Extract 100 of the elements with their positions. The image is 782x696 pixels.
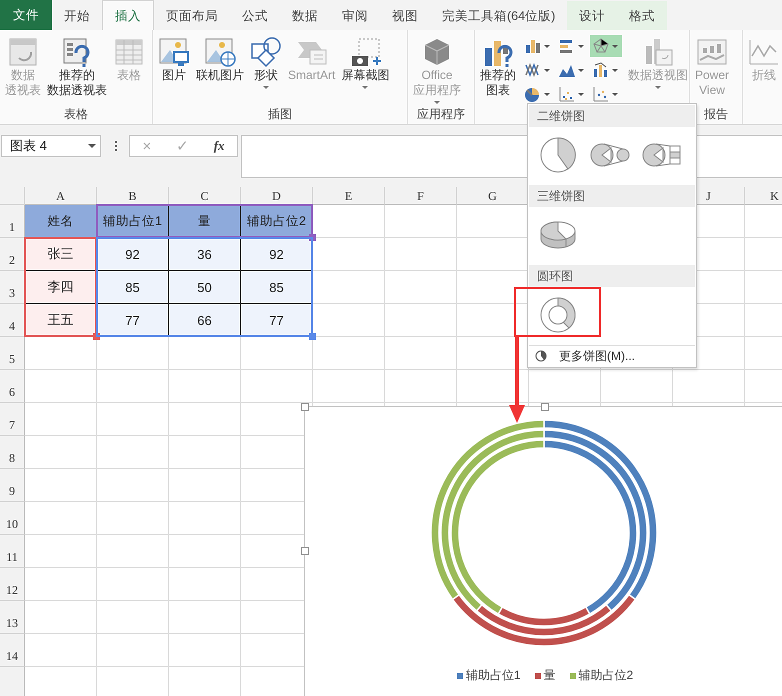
resize-handle[interactable] [541, 403, 549, 411]
table-cell: 36 [169, 238, 241, 271]
ribbon-button[interactable]: 推荐的 数据透视表 [45, 32, 109, 106]
radar-chart-icon [592, 37, 610, 55]
table-cell [25, 370, 97, 403]
table-cell [241, 370, 313, 403]
name-box[interactable]: 图表 4 [1, 135, 101, 157]
ribbon-tab[interactable]: 插入 [102, 0, 154, 30]
column-header[interactable]: A [25, 187, 97, 205]
combo-chart-icon [592, 61, 610, 79]
ribbon-button[interactable]: 图片 [156, 32, 192, 106]
table-cell [313, 238, 385, 271]
name-box-value: 图表 4 [10, 137, 47, 155]
row-header[interactable]: 8 [0, 436, 25, 469]
group-label: 应用程序 [416, 106, 466, 123]
scatter-chart-icon [558, 85, 576, 103]
globe-picture-icon [204, 36, 236, 68]
row-header[interactable]: 1 [0, 205, 25, 238]
table-cell [97, 337, 169, 370]
ribbon-tab[interactable]: 开始 [52, 1, 102, 30]
legend-label: 辅助占位1 [466, 667, 520, 684]
legend-label: 量 [544, 667, 556, 684]
row-header[interactable]: 10 [0, 502, 25, 535]
table-cell [673, 370, 745, 403]
picture-icon [158, 36, 190, 68]
table-cell: 85 [97, 271, 169, 304]
column-header[interactable]: C [169, 187, 241, 205]
ribbon-tab[interactable]: 完美工具箱(64位版) [430, 1, 568, 30]
column-header[interactable]: G [457, 187, 529, 205]
ribbon-tab[interactable]: 文件 [0, 0, 52, 30]
table-cell [169, 337, 241, 370]
table-cell: 量 [169, 205, 241, 238]
column-header[interactable]: D [241, 187, 313, 205]
table-cell [313, 271, 385, 304]
ribbon-tab[interactable]: 数据 [280, 1, 330, 30]
caret-icon[interactable] [362, 86, 368, 89]
ribbon-tab[interactable]: 公式 [230, 1, 280, 30]
insert-function-button[interactable]: fx [208, 138, 231, 154]
table-cell: 王五 [25, 304, 97, 337]
table-cell: 92 [97, 238, 169, 271]
chart-type-button[interactable] [590, 35, 622, 57]
table-cell: 李四 [25, 271, 97, 304]
group-label: 插图 [267, 106, 293, 123]
ribbon-tab[interactable]: 设计 [567, 1, 618, 30]
ribbon-tab[interactable]: 页面布局 [154, 1, 230, 30]
group-label: 表格 [63, 106, 89, 123]
ribbon-tab[interactable]: 审阅 [330, 1, 380, 30]
section-header: 三维饼图 [529, 185, 695, 207]
table-cell [97, 535, 169, 568]
pie-chart-icon [535, 350, 547, 362]
table-cell: 92 [241, 238, 313, 271]
table-cell [25, 403, 97, 436]
row-header[interactable]: 4 [0, 304, 25, 337]
row-header[interactable]: 11 [0, 535, 25, 568]
section-header: 二维饼图 [529, 105, 695, 127]
ribbon-button[interactable]: 联机图片 [194, 32, 246, 106]
table-cell [601, 370, 673, 403]
scatter-chart-icon [592, 85, 610, 103]
table-cell [97, 403, 169, 436]
menu-item[interactable]: 更多饼图(M)... [529, 345, 695, 366]
ribbon-tab[interactable]: 格式 [617, 1, 668, 30]
column-chart-icon [524, 37, 542, 55]
ribbon-button[interactable]: 推荐的 图表 [478, 32, 518, 124]
table-cell [97, 502, 169, 535]
camera-icon [349, 36, 382, 68]
ribbon-button[interactable]: 形状 [248, 32, 284, 106]
table-cell [97, 568, 169, 601]
row-header[interactable]: 7 [0, 403, 25, 436]
caret-icon[interactable] [263, 86, 269, 89]
table-cell [313, 370, 385, 403]
section-header: 圆环图 [529, 265, 695, 287]
table-cell [169, 403, 241, 436]
table-cell [25, 634, 97, 667]
ribbon-button[interactable]: 屏幕截图 [339, 32, 392, 106]
ribbon-tab[interactable]: 视图 [380, 1, 430, 30]
row-header[interactable]: 12 [0, 568, 25, 601]
table-cell: 77 [241, 304, 313, 337]
column-header[interactable]: F [385, 187, 457, 205]
resize-handle[interactable] [309, 333, 316, 340]
row-header[interactable]: 13 [0, 601, 25, 634]
chart-area[interactable]: 辅助占位1 量 辅助占位2 [304, 406, 782, 696]
table-cell [25, 469, 97, 502]
row-header[interactable]: 2 [0, 238, 25, 271]
table-cell [385, 370, 457, 403]
row-header[interactable]: 6 [0, 370, 25, 403]
group-label: 报告 [703, 106, 729, 123]
row-header[interactable]: 9 [0, 469, 25, 502]
pie-chart-icon [538, 135, 578, 175]
resize-handle[interactable] [301, 403, 309, 411]
row-header[interactable]: 14 [0, 634, 25, 667]
column-header[interactable]: K [745, 187, 782, 205]
column-header[interactable]: B [97, 187, 169, 205]
table-cell: 姓名 [25, 205, 97, 238]
table-cell [25, 436, 97, 469]
row-header[interactable]: 3 [0, 271, 25, 304]
column-header[interactable]: E [313, 187, 385, 205]
resize-handle[interactable] [301, 547, 309, 555]
table-cell [529, 370, 601, 403]
row-header[interactable]: 5 [0, 337, 25, 370]
caret-icon[interactable] [88, 144, 96, 148]
